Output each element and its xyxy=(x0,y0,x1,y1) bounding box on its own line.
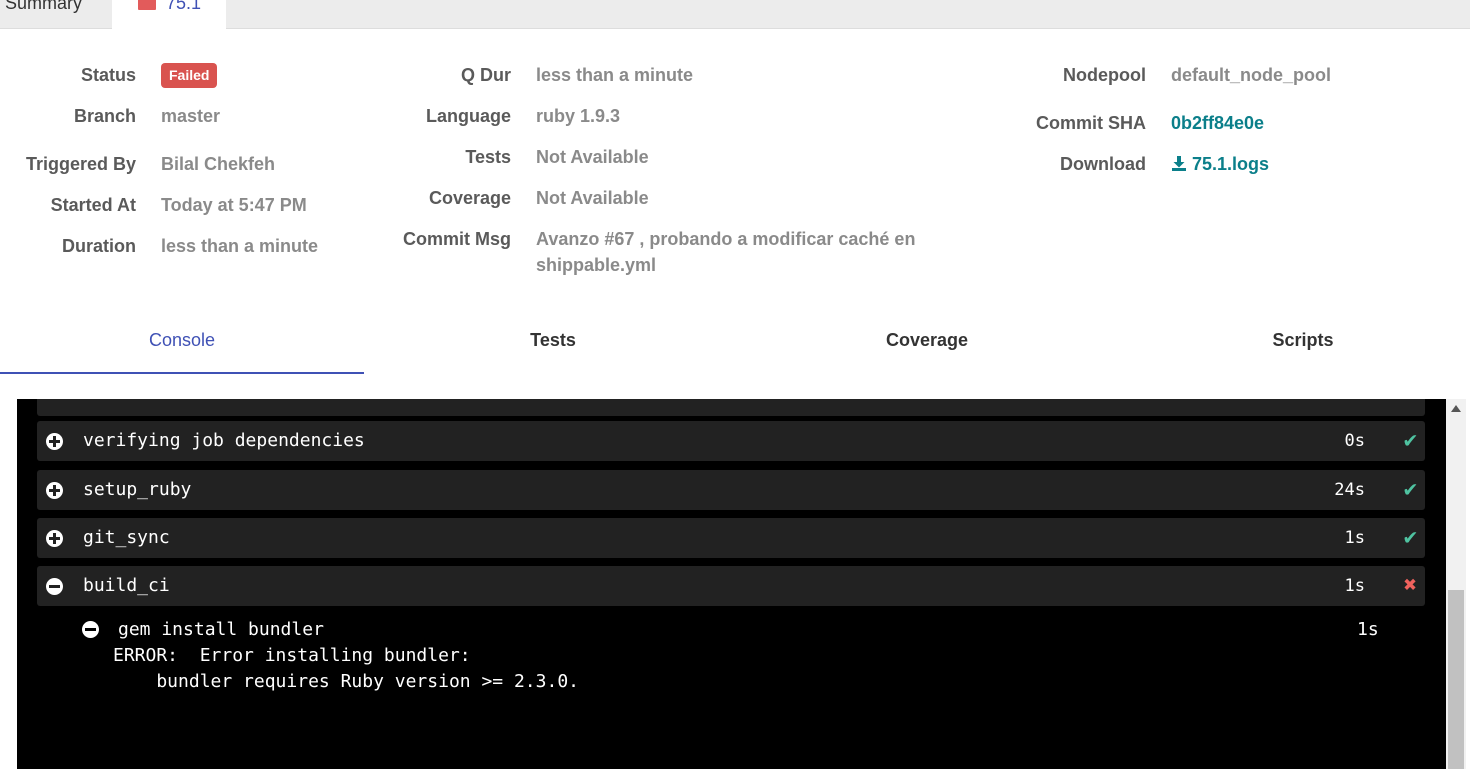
triggered-by-value: Bilal Chekfeh xyxy=(161,154,276,174)
step-row-partial xyxy=(37,399,1425,416)
step-name: setup_ruby xyxy=(83,479,192,500)
commit-msg-label: Commit Msg xyxy=(403,229,511,249)
status-label: Status xyxy=(80,65,136,85)
tab-summary[interactable]: Summary xyxy=(5,0,82,29)
duration-value: less than a minute xyxy=(161,236,319,256)
scrollbar-thumb[interactable] xyxy=(1448,590,1464,769)
commit-msg-value: Avanzo #67 , probando a modificar caché … xyxy=(536,229,916,275)
started-at-value: Today at 5:47 PM xyxy=(161,195,307,215)
tab-scripts[interactable]: Scripts xyxy=(1121,318,1470,374)
step-duration: 1s xyxy=(1344,576,1365,596)
top-tab-bar: Summary 75.1 xyxy=(0,0,1470,29)
console-tabs: Console Tests Coverage Scripts xyxy=(0,318,1470,374)
sub-step-duration: 1s xyxy=(1357,619,1379,640)
tab-console[interactable]: Console xyxy=(0,318,364,374)
tests-value: Not Available xyxy=(536,147,649,167)
step-name: build_ci xyxy=(83,575,170,596)
step-row[interactable]: verifying job dependencies 0s ✔ xyxy=(37,421,1425,461)
step-name: verifying job dependencies xyxy=(83,430,365,451)
step-duration: 1s xyxy=(1344,528,1365,548)
download-icon xyxy=(1172,156,1186,171)
nodepool-value: default_node_pool xyxy=(1171,65,1332,85)
nodepool-label: Nodepool xyxy=(1063,65,1146,85)
tests-label: Tests xyxy=(465,147,511,167)
step-row[interactable]: build_ci 1s ✖ xyxy=(37,566,1425,606)
sub-step-collapse-icon[interactable] xyxy=(82,621,99,638)
qdur-value: less than a minute xyxy=(536,65,694,85)
step-duration: 0s xyxy=(1344,431,1365,451)
download-label: Download xyxy=(1060,154,1146,174)
success-check-icon: ✔ xyxy=(1403,525,1417,550)
download-link[interactable]: 75.1.logs xyxy=(1171,153,1269,175)
coverage-label: Coverage xyxy=(428,188,511,208)
success-check-icon: ✔ xyxy=(1403,428,1417,453)
step-row[interactable]: setup_ruby 24s ✔ xyxy=(37,470,1425,510)
tab-build-label: 75.1 xyxy=(166,0,202,13)
console-output-line: ERROR: Error installing bundler: xyxy=(113,645,471,666)
console-panel: verifying job dependencies 0s ✔ setup_ru… xyxy=(17,399,1446,769)
collapse-icon[interactable] xyxy=(46,578,63,595)
download-link-label: 75.1.logs xyxy=(1192,154,1270,174)
step-row[interactable]: git_sync 1s ✔ xyxy=(37,518,1425,558)
expand-icon[interactable] xyxy=(46,482,63,499)
triggered-by-label: Triggered By xyxy=(25,154,136,174)
coverage-value: Not Available xyxy=(536,188,649,208)
status-badge: Failed xyxy=(161,63,218,88)
tab-build[interactable]: 75.1 xyxy=(112,0,226,29)
commit-sha-link[interactable]: 0b2ff84e0e xyxy=(1171,112,1264,134)
sub-step-name: gem install bundler xyxy=(118,619,324,640)
language-value: ruby 1.9.3 xyxy=(536,106,621,126)
expand-icon[interactable] xyxy=(46,433,63,450)
branch-label: Branch xyxy=(73,106,136,126)
tab-coverage[interactable]: Coverage xyxy=(745,318,1109,374)
step-name: git_sync xyxy=(83,527,170,548)
build-icon xyxy=(138,0,156,10)
language-label: Language xyxy=(425,106,511,126)
failed-x-icon: ✖ xyxy=(1403,573,1417,598)
console-scrollbar[interactable] xyxy=(1446,399,1466,769)
tab-tests[interactable]: Tests xyxy=(371,318,735,374)
duration-label: Duration xyxy=(62,236,136,256)
started-at-label: Started At xyxy=(50,195,136,215)
step-duration: 24s xyxy=(1334,480,1365,500)
qdur-label: Q Dur xyxy=(460,65,511,85)
expand-icon[interactable] xyxy=(46,530,63,547)
success-check-icon: ✔ xyxy=(1403,477,1417,502)
console-output-line: bundler requires Ruby version >= 2.3.0. xyxy=(113,671,579,692)
scroll-up-arrow-icon[interactable] xyxy=(1451,405,1461,412)
commit-sha-label: Commit SHA xyxy=(1035,113,1146,133)
branch-value: master xyxy=(161,106,221,126)
